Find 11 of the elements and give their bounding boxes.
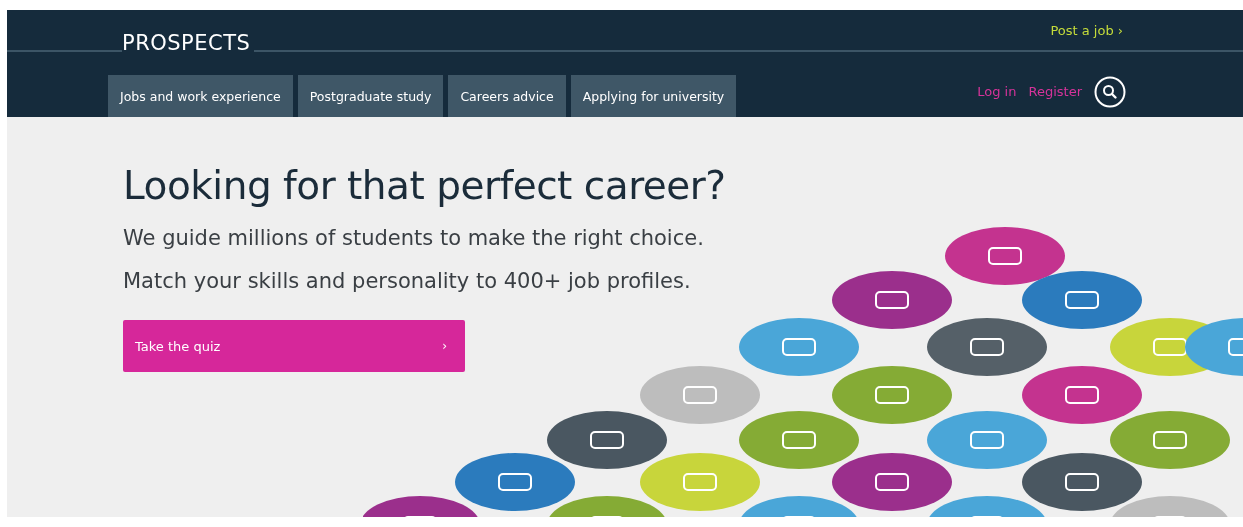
nav-tab[interactable]: Jobs and work experience [108,75,293,117]
search-icon[interactable] [1094,75,1126,108]
site-logo[interactable]: PROSPECTS [122,31,255,55]
hero-subtitle: We guide millions of students to make the right choice. [123,225,705,252]
hero-subtitle: Match your skills and personality to 400+ job profiles. [123,268,692,295]
nav-tab[interactable]: Careers advice [448,75,566,117]
hero-heading: Looking for that perfect career? [123,163,727,208]
nav-tab[interactable]: Applying for university [570,75,737,117]
post-job-link[interactable]: Post a job › [1050,22,1123,38]
take-quiz-button[interactable]: Take the quiz › [123,320,465,372]
nav-tab[interactable]: Postgraduate study [297,75,444,117]
